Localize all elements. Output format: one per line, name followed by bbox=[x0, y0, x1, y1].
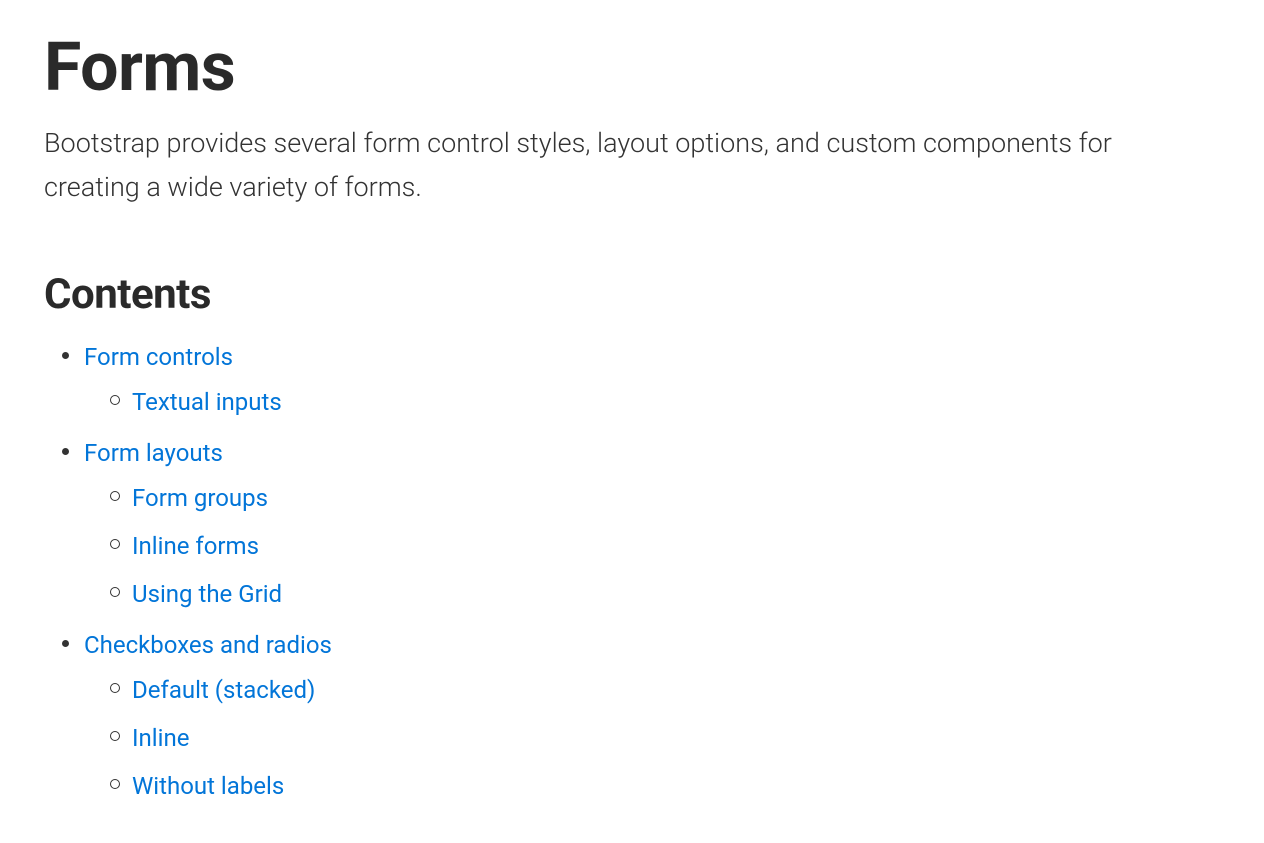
toc-subitem: Form groups bbox=[132, 474, 1220, 522]
toc-sublist: Textual inputs bbox=[84, 378, 1220, 426]
toc-link-checkboxes-and-radios[interactable]: Checkboxes and radios bbox=[84, 631, 332, 659]
toc-link-using-the-grid[interactable]: Using the Grid bbox=[132, 580, 282, 608]
toc-subitem: Textual inputs bbox=[132, 378, 1220, 426]
toc-link-default-stacked[interactable]: Default (stacked) bbox=[132, 676, 315, 704]
toc-link-form-groups[interactable]: Form groups bbox=[132, 484, 268, 512]
toc-list: Form controls Textual inputs Form layout… bbox=[44, 333, 1220, 813]
toc-subitem: Inline forms bbox=[132, 522, 1220, 570]
toc-link-inline-forms[interactable]: Inline forms bbox=[132, 532, 259, 560]
toc-item: Checkboxes and radios Default (stacked) … bbox=[84, 621, 1220, 813]
toc-link-inline[interactable]: Inline bbox=[132, 724, 189, 752]
toc-link-textual-inputs[interactable]: Textual inputs bbox=[132, 388, 282, 416]
toc-subitem: Using the Grid bbox=[132, 570, 1220, 618]
toc-subitem: Inline bbox=[132, 714, 1220, 762]
toc-link-form-layouts[interactable]: Form layouts bbox=[84, 439, 223, 467]
page-lead: Bootstrap provides several form control … bbox=[44, 121, 1204, 210]
contents-heading: Contents bbox=[44, 270, 1220, 319]
toc-subitem: Without labels bbox=[132, 762, 1220, 810]
toc-link-form-controls[interactable]: Form controls bbox=[84, 343, 233, 371]
toc-item: Form layouts Form groups Inline forms Us… bbox=[84, 429, 1220, 621]
toc-subitem: Default (stacked) bbox=[132, 666, 1220, 714]
toc-sublist: Default (stacked) Inline Without labels bbox=[84, 666, 1220, 810]
toc-link-without-labels[interactable]: Without labels bbox=[132, 772, 284, 800]
page-title: Forms bbox=[44, 30, 1220, 105]
toc-sublist: Form groups Inline forms Using the Grid bbox=[84, 474, 1220, 618]
toc-item: Form controls Textual inputs bbox=[84, 333, 1220, 429]
